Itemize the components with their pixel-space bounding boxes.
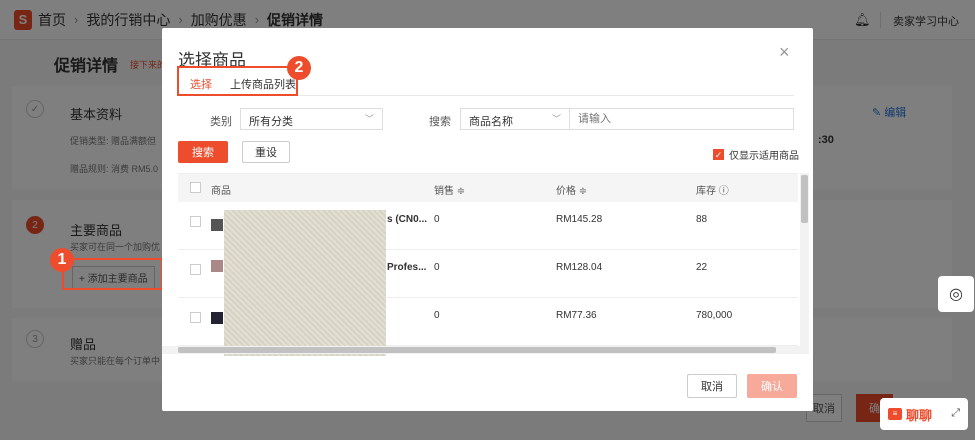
column-header-product: 商品 — [211, 186, 231, 197]
row-checkbox[interactable] — [190, 216, 201, 227]
product-price: RM77.36 — [556, 310, 597, 321]
product-stock: 780,000 — [696, 310, 733, 321]
search-field-value: 商品名称 — [469, 116, 513, 128]
table-header: 商品 销售 ≑ 价格 ≑ 库存 ⓘ — [178, 174, 798, 202]
vertical-scrollbar[interactable] — [800, 173, 809, 346]
only-applicable-checkbox[interactable]: ✓ — [713, 149, 724, 160]
category-value: 所有分类 — [249, 116, 293, 128]
search-label: 搜索 — [429, 116, 451, 128]
product-thumbnail — [211, 260, 223, 272]
modal-confirm-button[interactable]: 确认 — [747, 374, 797, 398]
row-checkbox[interactable] — [190, 264, 201, 275]
product-name: Profes... — [387, 262, 427, 273]
product-thumbnail — [211, 312, 223, 324]
chevron-down-icon: ﹀ — [551, 114, 561, 124]
support-icon[interactable]: ◎ — [938, 276, 974, 312]
vertical-scrollbar-thumb[interactable] — [801, 175, 808, 223]
row-checkbox[interactable] — [190, 312, 201, 323]
horizontal-scrollbar[interactable] — [162, 346, 809, 354]
column-header-stock: 库存 ⓘ — [696, 186, 729, 197]
only-applicable-label: 仅显示适用商品 — [729, 151, 799, 162]
chat-button[interactable]: ≡ 聊聊 ⤢ — [880, 398, 968, 430]
product-price: RM145.28 — [556, 214, 603, 225]
column-header-sales[interactable]: 销售 ≑ — [434, 182, 465, 197]
product-name: s (CN0... — [387, 214, 428, 225]
search-button[interactable]: 搜索 — [178, 141, 228, 163]
chat-label: 聊聊 — [906, 407, 933, 423]
horizontal-scrollbar-thumb[interactable] — [178, 347, 776, 353]
product-sales: 0 — [434, 262, 440, 273]
only-applicable-toggle[interactable]: ✓ 仅显示适用商品 — [713, 147, 799, 162]
callout-highlight-add-product — [62, 258, 163, 290]
expand-icon[interactable]: ⤢ — [951, 407, 960, 420]
product-stock: 22 — [696, 262, 708, 273]
callout-highlight-tabs — [177, 66, 298, 96]
category-select[interactable]: 所有分类 ﹀ — [240, 108, 383, 130]
chat-icon: ≡ — [888, 408, 902, 420]
modal-cancel-button[interactable]: 取消 — [687, 374, 737, 398]
column-header-price[interactable]: 价格 ≑ — [556, 182, 587, 197]
search-input[interactable] — [569, 108, 794, 130]
chevron-down-icon: ﹀ — [364, 114, 374, 124]
product-price: RM128.04 — [556, 262, 603, 273]
select-all-checkbox[interactable] — [190, 182, 201, 193]
close-icon[interactable]: × — [779, 42, 790, 63]
blurred-product-names — [224, 210, 386, 356]
product-thumbnail — [211, 219, 223, 231]
callout-number-two: 2 — [287, 56, 311, 80]
product-stock: 88 — [696, 214, 708, 225]
callout-number-one: 1 — [50, 248, 74, 272]
category-label: 类别 — [210, 116, 232, 128]
search-field-select[interactable]: 商品名称 ﹀ — [460, 108, 570, 130]
reset-button[interactable]: 重设 — [242, 141, 290, 163]
product-sales: 0 — [434, 310, 440, 321]
product-sales: 0 — [434, 214, 440, 225]
